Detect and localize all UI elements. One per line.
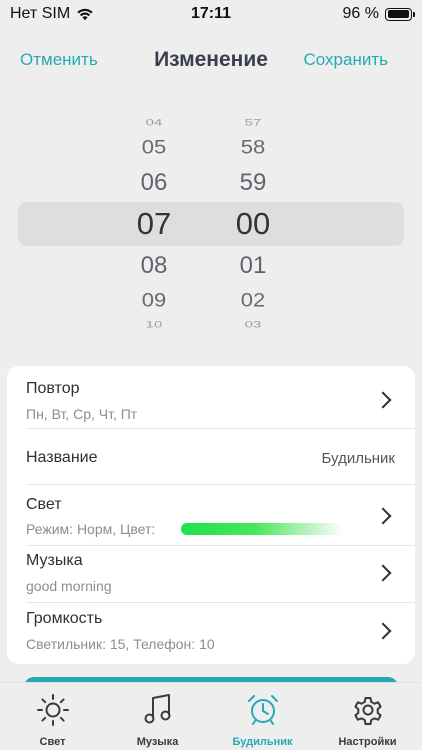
tab-light[interactable]: Свет [0, 683, 105, 750]
volume-row[interactable]: Громкость Светильник: 15, Телефон: 10 [7, 603, 415, 664]
light-row[interactable]: Свет Режим: Норм, Цвет: [7, 485, 415, 545]
battery-percent: 96 % [342, 5, 379, 22]
repeat-row[interactable]: Повтор Пн, Вт, Ср, Чт, Пт [7, 366, 415, 428]
tab-settings[interactable]: Настройки [315, 683, 420, 750]
music-value: good morning [26, 578, 112, 594]
minute-wheel[interactable]: 57 58 59 00 01 02 03 [218, 100, 288, 345]
picker-selected-minute[interactable]: 00 [218, 206, 288, 242]
hour-wheel[interactable]: 04 05 06 07 08 09 10 [119, 100, 189, 345]
chevron-right-icon [374, 564, 392, 582]
battery-icon [385, 7, 415, 21]
light-color-swatch [181, 523, 343, 535]
light-value: Режим: Норм, Цвет: [26, 521, 156, 537]
tab-music[interactable]: Музыка [105, 683, 210, 750]
tab-label: Будильник [232, 736, 293, 748]
picker-value-hour[interactable]: 09 [119, 288, 189, 311]
volume-title: Громкость [26, 610, 103, 627]
light-title: Свет [26, 496, 62, 513]
tab-label: Музыка [136, 736, 179, 748]
picker-value-minute[interactable]: 02 [218, 288, 288, 311]
music-title: Музыка [26, 552, 83, 569]
picker-value-minute[interactable]: 58 [218, 135, 288, 158]
picker-selection-highlight [18, 202, 404, 246]
settings-card: Повтор Пн, Вт, Ср, Чт, Пт Название Будил… [7, 366, 415, 664]
status-right: 96 % [342, 5, 415, 23]
gear-icon [353, 697, 382, 725]
alarm-clock-icon [247, 695, 278, 725]
name-value: Будильник [321, 450, 395, 467]
volume-value: Светильник: 15, Телефон: 10 [26, 636, 215, 652]
chevron-right-icon [374, 622, 392, 640]
picker-selected-hour[interactable]: 07 [119, 206, 189, 242]
picker-value-hour[interactable]: 06 [119, 169, 189, 197]
picker-value-hour[interactable]: 04 [119, 117, 189, 128]
time-picker[interactable]: 04 05 06 07 08 09 10 57 58 59 00 01 02 03 [0, 100, 422, 345]
battery-fill [387, 10, 409, 18]
sun-icon [36, 694, 69, 726]
tab-label: Свет [39, 736, 66, 748]
music-row[interactable]: Музыка good morning [7, 546, 415, 602]
repeat-title: Повтор [26, 380, 80, 397]
chevron-right-icon [374, 507, 392, 525]
tab-alarm[interactable]: Будильник [210, 683, 315, 750]
picker-value-hour[interactable]: 10 [119, 319, 189, 330]
tab-bar: Свет Музыка Будильник Настройки [0, 682, 422, 750]
name-title: Название [26, 449, 98, 466]
save-button[interactable]: Сохранить [304, 50, 388, 70]
picker-value-minute[interactable]: 03 [218, 319, 288, 330]
picker-value-hour[interactable]: 05 [119, 135, 189, 158]
nav-header: Отменить Изменение Сохранить [0, 40, 422, 80]
picker-value-minute[interactable]: 01 [218, 252, 288, 280]
repeat-value: Пн, Вт, Ср, Чт, Пт [26, 406, 138, 422]
picker-value-minute[interactable]: 59 [218, 169, 288, 197]
name-row[interactable]: Название Будильник [7, 429, 415, 484]
music-note-icon [144, 694, 170, 724]
chevron-right-icon [374, 391, 392, 409]
picker-value-minute[interactable]: 57 [218, 117, 288, 128]
picker-value-hour[interactable]: 08 [119, 252, 189, 280]
status-bar: Нет SIM 17:11 96 % [0, 0, 422, 30]
tab-label: Настройки [338, 736, 397, 748]
